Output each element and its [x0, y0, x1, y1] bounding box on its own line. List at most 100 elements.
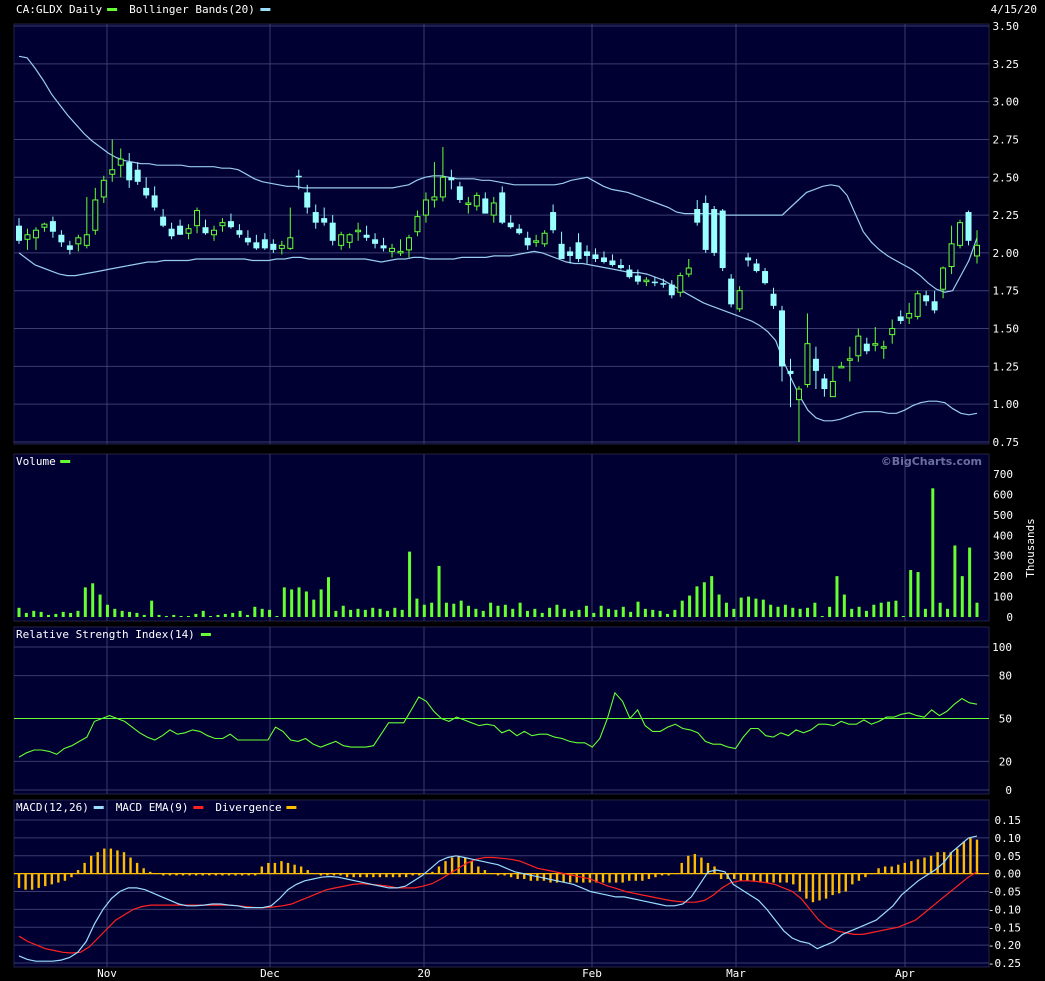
- volume-bar: [754, 598, 758, 617]
- candle-body: [609, 260, 616, 266]
- volume-bar: [172, 614, 176, 617]
- divergence-bar: [129, 857, 132, 874]
- price-tick-label: 2.75: [993, 133, 1020, 146]
- x-axis-label: Apr: [895, 967, 915, 980]
- candle-body: [75, 237, 82, 245]
- candle-body: [846, 358, 853, 361]
- candle-body: [787, 370, 794, 374]
- price-tick-label: 1.00: [993, 398, 1020, 411]
- candle-body: [473, 194, 480, 207]
- candle-body: [253, 242, 260, 249]
- volume-bar: [791, 607, 795, 617]
- volume-bar: [238, 610, 242, 617]
- divergence-bar: [962, 841, 966, 874]
- macd-tick-label: -0.05: [988, 886, 1021, 899]
- legend-label: CA:GLDX Daily: [16, 3, 102, 16]
- candle-body: [202, 227, 209, 234]
- volume-bar: [474, 608, 478, 617]
- candle-body: [227, 221, 234, 228]
- candle-body: [812, 358, 819, 371]
- rsi-tick-label: 20: [999, 755, 1012, 768]
- divergence-bar: [877, 868, 880, 874]
- divergence-bar: [936, 852, 939, 874]
- volume-bar: [673, 609, 677, 617]
- volume-bar: [599, 605, 603, 617]
- divergence-bar: [83, 862, 86, 874]
- macd-tick-label: 0.10: [995, 832, 1022, 845]
- price-tick-label: 3.25: [993, 58, 1020, 71]
- candle-body: [143, 187, 150, 196]
- volume-bar: [83, 587, 87, 617]
- volume-bar: [393, 607, 397, 617]
- divergence-bar: [693, 853, 697, 874]
- volume-bar: [363, 609, 367, 617]
- divergence-bar: [719, 873, 723, 879]
- volume-bar: [548, 607, 552, 617]
- candle-body: [109, 169, 116, 175]
- volume-bar: [209, 615, 213, 617]
- divergence-bar: [57, 873, 60, 883]
- rsi-tick-label: 0: [1005, 784, 1012, 797]
- divergence-bar: [286, 862, 290, 874]
- volume-bar: [98, 594, 102, 617]
- price-tick-label: 3.50: [993, 20, 1020, 33]
- candle-body: [745, 257, 752, 261]
- candle-body: [83, 234, 90, 246]
- volume-bar: [584, 605, 588, 617]
- volume-bar: [747, 596, 751, 617]
- volume-bar: [194, 613, 198, 617]
- volume-bar: [702, 582, 706, 617]
- volume-bar: [643, 608, 647, 617]
- volume-bar: [909, 570, 913, 617]
- divergence-bar: [969, 837, 972, 874]
- volume-bar: [408, 551, 412, 617]
- volume-bar: [923, 608, 927, 617]
- candle-body: [779, 310, 786, 367]
- divergence-bar: [883, 866, 887, 874]
- divergence-bar: [680, 862, 683, 874]
- candle-body: [439, 176, 446, 198]
- watermark: ©BigCharts.com: [881, 455, 982, 468]
- volume-bar: [946, 608, 950, 617]
- candle-body: [575, 242, 582, 259]
- volume-bar: [319, 589, 323, 617]
- divergence-bar: [910, 861, 913, 874]
- divergence-bar: [634, 873, 637, 881]
- candle-body: [702, 202, 709, 250]
- candle-body: [49, 221, 56, 232]
- candle-body: [185, 228, 192, 234]
- volume-bar: [680, 600, 684, 617]
- candle-body: [770, 293, 777, 306]
- divergence-bar: [477, 866, 480, 874]
- candle-body: [261, 239, 268, 249]
- candle-body: [651, 281, 658, 284]
- candle-body: [550, 212, 557, 231]
- divergence-bar: [824, 873, 828, 899]
- candle-body: [380, 245, 387, 249]
- candle-body: [872, 343, 879, 346]
- candle-body: [151, 195, 158, 208]
- volume-bar: [179, 615, 183, 617]
- volume-bar: [415, 598, 419, 617]
- volume-bar: [968, 547, 972, 617]
- candle-body: [719, 210, 726, 269]
- divergence-bar: [739, 873, 742, 881]
- candle-body: [516, 228, 523, 234]
- candle-body: [931, 301, 938, 311]
- volume-bar: [54, 613, 58, 617]
- divergence-bar: [299, 866, 303, 874]
- candle-body: [346, 234, 353, 243]
- divergence-bar: [916, 859, 920, 874]
- divergence-bar: [44, 873, 47, 887]
- x-axis-label: Feb: [582, 967, 602, 980]
- candle-body: [448, 177, 455, 181]
- volume-bar: [761, 599, 765, 617]
- divergence-bar: [700, 857, 703, 874]
- volume-bar: [525, 610, 529, 617]
- divergence-bar: [838, 873, 841, 894]
- divergence-bar: [647, 873, 651, 879]
- candle-body: [677, 275, 684, 293]
- divergence-bar: [89, 855, 93, 874]
- chart-date: 4/15/20: [991, 3, 1037, 16]
- rsi-tick-label: 50: [999, 713, 1012, 726]
